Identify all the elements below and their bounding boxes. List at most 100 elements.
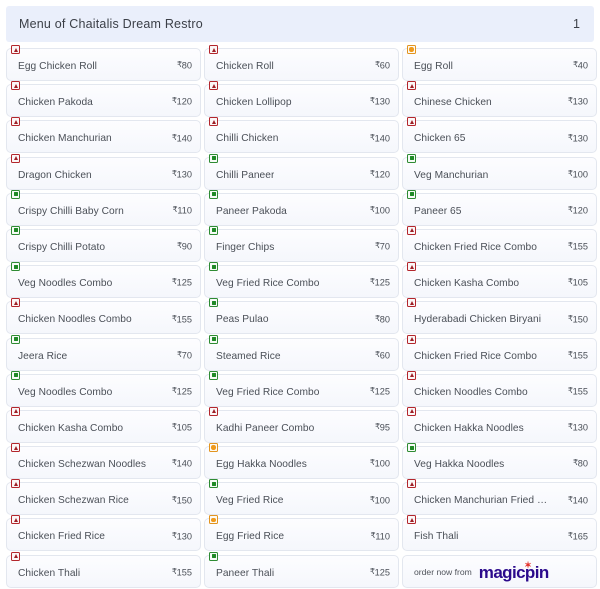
menu-item-price: ₹105 <box>172 420 192 433</box>
menu-item[interactable]: Veg Fried Rice Combo ₹125 <box>204 370 399 407</box>
menu-item-name: Egg Roll <box>414 61 453 72</box>
price-amount: 125 <box>374 567 390 578</box>
menu-item[interactable]: Chicken Pakoda ₹120 <box>6 81 201 118</box>
menu-item[interactable]: Chicken Noodles Combo ₹155 <box>402 370 597 407</box>
price-amount: 140 <box>374 133 390 144</box>
menu-item[interactable]: Chicken Kasha Combo ₹105 <box>6 406 201 443</box>
non-veg-indicator-icon <box>407 262 416 272</box>
menu-item[interactable]: Paneer Pakoda ₹100 <box>204 189 399 226</box>
menu-item[interactable]: Chilli Chicken ₹140 <box>204 117 399 154</box>
menu-item[interactable]: Chicken Manchurian Fried Rice ₹140 <box>402 479 597 516</box>
menu-item[interactable]: Veg Noodles Combo ₹125 <box>6 370 201 407</box>
menu-item[interactable]: Veg Fried Rice Combo ₹125 <box>204 262 399 299</box>
menu-item[interactable]: Chicken Schezwan Noodles ₹140 <box>6 443 201 480</box>
diet-mark-icon <box>13 337 18 341</box>
menu-item[interactable]: Chilli Paneer ₹120 <box>204 153 399 190</box>
menu-item[interactable]: Chinese Chicken ₹130 <box>402 81 597 118</box>
price-amount: 120 <box>374 169 390 180</box>
menu-item[interactable]: Veg Hakka Noodles ₹80 <box>402 443 597 480</box>
menu-item[interactable]: Egg Roll ₹40 <box>402 45 597 81</box>
price-amount: 100 <box>374 495 390 505</box>
menu-item[interactable]: Veg Noodles Combo ₹125 <box>6 262 201 299</box>
menu-item[interactable]: Chicken Fried Rice Combo ₹155 <box>402 334 597 371</box>
price-amount: 80 <box>181 60 192 71</box>
veg-indicator-icon <box>209 153 218 163</box>
order-now-promo[interactable]: order now from magicpin ✶ <box>402 554 597 588</box>
menu-item[interactable]: Chicken Schezwan Rice ₹150 <box>6 479 201 516</box>
menu-item[interactable]: Crispy Chilli Potato ₹90 <box>6 225 201 262</box>
menu-item[interactable]: Hyderabadi Chicken Biryani ₹150 <box>402 298 597 335</box>
menu-item-name: Veg Noodles Combo <box>18 278 113 290</box>
non-veg-indicator-icon <box>407 334 416 344</box>
menu-item[interactable]: Paneer 65 ₹120 <box>402 189 597 226</box>
price-amount: 125 <box>176 277 192 288</box>
magicpin-star-icon: ✶ <box>524 559 532 570</box>
menu-item-price: ₹125 <box>370 384 390 397</box>
diet-mark-icon <box>211 119 216 124</box>
menu-item-price: ₹140 <box>370 131 390 144</box>
diet-mark-icon <box>211 192 216 197</box>
menu-item[interactable]: Egg Fried Rice ₹110 <box>204 515 399 552</box>
diet-mark-icon <box>13 47 18 52</box>
menu-item[interactable]: Paneer Thali ₹125 <box>204 551 399 588</box>
diet-mark-icon <box>211 481 216 486</box>
menu-item[interactable]: Chicken Fried Rice ₹130 <box>6 515 201 552</box>
diet-mark-icon <box>211 156 216 161</box>
diet-mark-icon <box>409 337 414 341</box>
menu-item[interactable]: Fish Thali ₹165 <box>402 515 597 552</box>
menu-item[interactable]: Chicken Manchurian ₹140 <box>6 117 201 154</box>
menu-item[interactable]: Steamed Rice ₹60 <box>204 334 399 371</box>
menu-item-name: Paneer Pakoda <box>216 205 287 217</box>
menu-item[interactable]: Chicken Thali ₹155 <box>6 551 201 588</box>
menu-item[interactable]: Chicken Fried Rice Combo ₹155 <box>402 225 597 262</box>
menu-item[interactable]: Chicken Lollipop ₹130 <box>204 81 399 118</box>
menu-item[interactable]: Peas Pulao ₹80 <box>204 298 399 335</box>
diet-mark-icon <box>409 119 414 124</box>
menu-item[interactable]: Egg Hakka Noodles ₹100 <box>204 443 399 480</box>
menu-item-price: ₹125 <box>172 384 192 397</box>
menu-item[interactable]: Kadhi Paneer Combo ₹95 <box>204 406 399 443</box>
veg-indicator-icon <box>209 479 218 489</box>
menu-item[interactable]: Crispy Chilli Baby Corn ₹110 <box>6 189 201 226</box>
menu-item-price: ₹140 <box>172 456 192 469</box>
veg-indicator-icon <box>407 189 416 199</box>
menu-item[interactable]: Dragon Chicken ₹130 <box>6 153 201 190</box>
diet-mark-icon <box>13 119 18 124</box>
menu-item[interactable]: Chicken Roll ₹60 <box>204 45 399 81</box>
price-amount: 125 <box>176 386 192 397</box>
egg-indicator-icon <box>407 45 416 54</box>
menu-item[interactable]: Jeera Rice ₹70 <box>6 334 201 371</box>
menu-item-name: Finger Chips <box>216 241 275 253</box>
menu-item[interactable]: Veg Fried Rice ₹100 <box>204 479 399 516</box>
price-amount: 155 <box>572 241 588 252</box>
egg-indicator-icon <box>209 443 218 453</box>
veg-indicator-icon <box>11 262 20 272</box>
diet-mark-icon <box>211 47 216 52</box>
diet-mark-icon <box>13 156 18 161</box>
menu-header: Menu of Chaitalis Dream Restro 1 <box>6 6 594 42</box>
menu-item[interactable]: Veg Manchurian ₹100 <box>402 153 597 190</box>
menu-item-name: Crispy Chilli Potato <box>18 241 106 253</box>
price-amount: 100 <box>374 205 390 216</box>
non-veg-indicator-icon <box>407 298 416 308</box>
menu-item-name: Chicken Roll <box>216 61 274 72</box>
menu-item-price: ₹140 <box>568 493 588 506</box>
veg-indicator-icon <box>407 153 416 163</box>
menu-item[interactable]: Finger Chips ₹70 <box>204 225 399 262</box>
price-amount: 130 <box>572 133 588 144</box>
diet-mark-icon <box>13 481 18 486</box>
menu-item[interactable]: Chicken Kasha Combo ₹105 <box>402 262 597 299</box>
menu-item[interactable]: Chicken 65 ₹130 <box>402 117 597 154</box>
price-amount: 70 <box>379 241 390 252</box>
diet-mark-icon <box>13 554 18 559</box>
menu-item-price: ₹155 <box>568 348 588 361</box>
menu-item[interactable]: Chicken Noodles Combo ₹155 <box>6 298 201 335</box>
diet-mark-icon <box>211 373 216 378</box>
menu-item[interactable]: Chicken Hakka Noodles ₹130 <box>402 406 597 443</box>
diet-mark-icon <box>13 228 18 233</box>
non-veg-indicator-icon <box>11 479 20 489</box>
menu-item-name: Peas Pulao <box>216 314 269 326</box>
menu-item[interactable]: Egg Chicken Roll ₹80 <box>6 45 201 81</box>
menu-item-name: Chicken 65 <box>414 133 466 145</box>
price-amount: 130 <box>572 422 588 433</box>
